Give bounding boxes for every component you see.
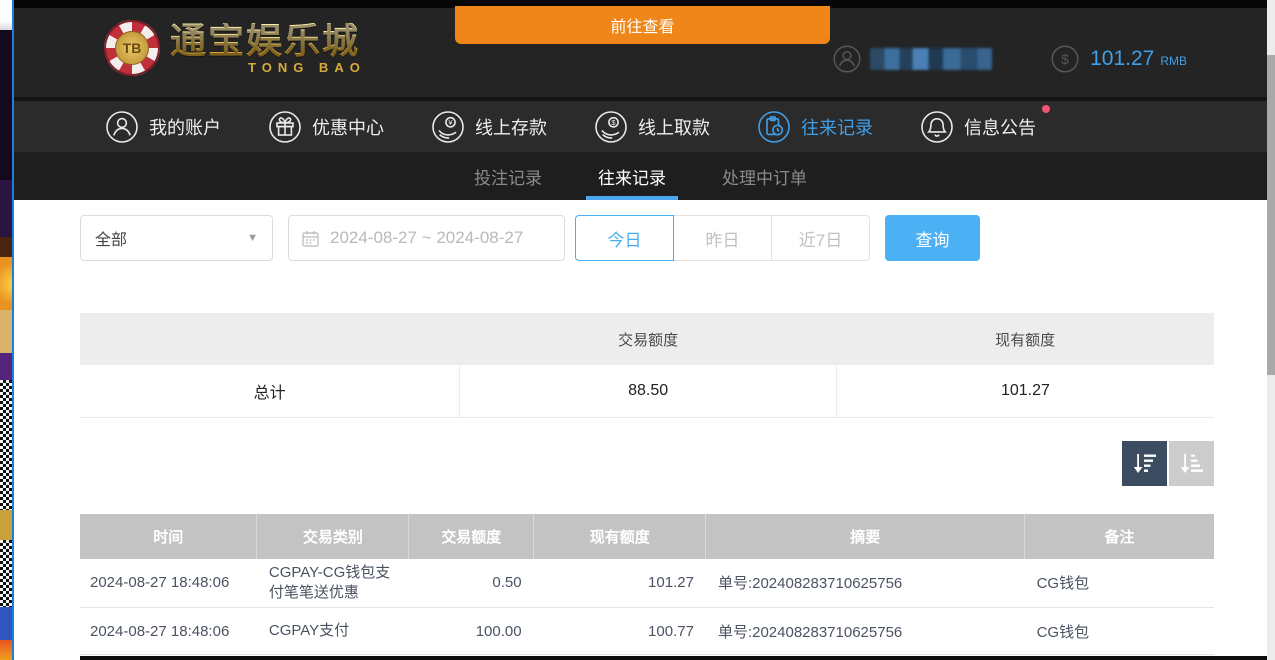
records-header-amount: 交易额度	[409, 514, 534, 559]
nav-label: 线上取款	[638, 114, 710, 140]
nav-label: 信息公告	[964, 114, 1036, 140]
nav-label: 往来记录	[801, 114, 873, 140]
quick-range-group: 今日 昨日 近7日	[575, 215, 870, 261]
record-note: CG钱包	[1025, 608, 1214, 655]
summary-total-row: 总计 88.50 101.27	[80, 365, 1214, 417]
type-select-value: 全部	[95, 226, 127, 250]
record-summary: 单号:202408283710625756	[706, 559, 1025, 608]
record-amount: 100.00	[409, 608, 534, 655]
scrollbar-thumb[interactable]	[1267, 55, 1275, 375]
balance-amount: 101.27	[1090, 47, 1154, 71]
tab-transaction-records[interactable]: 往来记录	[592, 152, 672, 200]
window-edge-line	[12, 0, 14, 660]
record-time: 2024-08-27 18:48:06	[80, 559, 257, 608]
user-area: $ 101.27 RMB	[832, 44, 1187, 74]
record-balance: 100.77	[534, 608, 706, 655]
chip-monogram: TB	[115, 31, 149, 65]
sort-descending-button[interactable]	[1122, 441, 1167, 486]
nav-item-deposit[interactable]: ¥ 线上存款	[430, 109, 547, 145]
deposit-circle-icon: ¥	[430, 109, 466, 145]
poker-chip-icon: TB	[104, 20, 160, 76]
nav-label: 优惠中心	[312, 114, 384, 140]
logo-title-cn: 通宝娱乐城	[170, 23, 366, 59]
content-area: 全部 ▼ 2024-08-27 ~ 2024-08-27	[14, 200, 1267, 660]
summary-header-balance: 现有额度	[836, 313, 1214, 365]
page: { "header": { "goto_button": "前往查看", "lo…	[0, 0, 1275, 660]
record-type: CGPAY-CG钱包支付笔笔送优惠	[257, 559, 409, 608]
main-window: 前往查看 TB 通宝娱乐城 TONG BAO	[14, 0, 1267, 660]
record-tabs: 投注记录 往来记录 处理中订单	[14, 152, 1267, 200]
records-header-note: 备注	[1025, 514, 1214, 559]
record-row: 2024-08-27 18:48:06 CGPAY支付 100.00 100.7…	[80, 608, 1214, 655]
notification-dot	[1042, 105, 1050, 113]
summary-header-transaction: 交易额度	[460, 313, 836, 365]
logo-title-en: TONG BAO	[248, 61, 366, 74]
records-header-time: 时间	[80, 514, 257, 559]
record-time: 2024-08-27 18:48:06	[80, 608, 257, 655]
background-page-sliver	[0, 0, 12, 660]
nav-label: 线上存款	[475, 114, 547, 140]
summary-header-row: 交易额度 现有额度	[80, 313, 1214, 365]
record-amount: 0.50	[409, 559, 534, 608]
tab-pending-orders[interactable]: 处理中订单	[716, 152, 813, 200]
sort-controls	[80, 441, 1214, 486]
record-balance: 101.27	[534, 559, 706, 608]
records-header-row: 时间 交易类别 交易额度 现有额度 摘要 备注	[80, 514, 1214, 559]
site-logo[interactable]: TB 通宝娱乐城 TONG BAO	[104, 20, 366, 76]
username-redacted[interactable]	[870, 48, 992, 70]
nav-item-withdraw[interactable]: $ 线上取款	[593, 109, 710, 145]
user-circle-icon	[104, 109, 140, 145]
bell-circle-icon	[919, 109, 955, 145]
record-summary: 单号:202408283710625756	[706, 608, 1025, 655]
summary-table: 交易额度 现有额度 总计 88.50 101.27	[80, 313, 1214, 418]
records-circle-icon	[756, 109, 792, 145]
balance-currency: RMB	[1160, 50, 1187, 68]
record-row: 2024-08-27 18:48:06 CGPAY-CG钱包支付笔笔送优惠 0.…	[80, 559, 1214, 608]
avatar-icon	[832, 44, 862, 74]
coin-icon: $	[1050, 44, 1080, 74]
quick-yesterday-button[interactable]: 昨日	[673, 215, 772, 261]
records-header-summary: 摘要	[706, 514, 1025, 559]
goto-view-button[interactable]: 前往查看	[455, 6, 830, 44]
caret-down-icon: ▼	[247, 232, 258, 244]
nav-label: 我的账户	[149, 114, 221, 140]
svg-text:$: $	[1061, 51, 1069, 67]
nav-item-announcements[interactable]: 信息公告	[919, 109, 1036, 145]
summary-header-empty	[80, 313, 460, 365]
search-button[interactable]: 查询	[885, 215, 980, 261]
calendar-icon	[301, 229, 320, 248]
records-header-balance: 现有额度	[534, 514, 706, 559]
sort-ascending-button[interactable]	[1169, 441, 1214, 486]
tab-bet-records[interactable]: 投注记录	[468, 152, 548, 200]
filter-row: 全部 ▼ 2024-08-27 ~ 2024-08-27	[80, 215, 1214, 261]
balance[interactable]: $ 101.27 RMB	[1050, 44, 1187, 74]
quick-last7days-button[interactable]: 近7日	[771, 215, 870, 261]
page-scrollbar[interactable]	[1267, 0, 1275, 660]
summary-total-balance: 101.27	[836, 365, 1214, 417]
records-table: 时间 交易类别 交易额度 现有额度 摘要 备注 2024-08-27 18:48…	[80, 514, 1214, 656]
clipped-row-edge	[80, 656, 1267, 660]
date-range-input[interactable]: 2024-08-27 ~ 2024-08-27	[288, 215, 565, 261]
withdraw-circle-icon: $	[593, 109, 629, 145]
record-note: CG钱包	[1025, 559, 1214, 608]
site-header: 前往查看 TB 通宝娱乐城 TONG BAO	[14, 8, 1267, 97]
records-header-type: 交易类别	[257, 514, 409, 559]
summary-total-label: 总计	[80, 365, 460, 417]
quick-today-button[interactable]: 今日	[575, 215, 674, 261]
type-select[interactable]: 全部 ▼	[80, 215, 273, 261]
gift-circle-icon	[267, 109, 303, 145]
record-type: CGPAY支付	[257, 608, 409, 655]
nav-item-my-account[interactable]: 我的账户	[104, 109, 221, 145]
nav-item-transactions[interactable]: 往来记录	[756, 109, 873, 145]
nav-item-promotions[interactable]: 优惠中心	[267, 109, 384, 145]
summary-total-transaction: 88.50	[460, 365, 836, 417]
date-range-value: 2024-08-27 ~ 2024-08-27	[330, 228, 523, 248]
main-nav: 我的账户 优惠中心 ¥	[14, 97, 1267, 152]
